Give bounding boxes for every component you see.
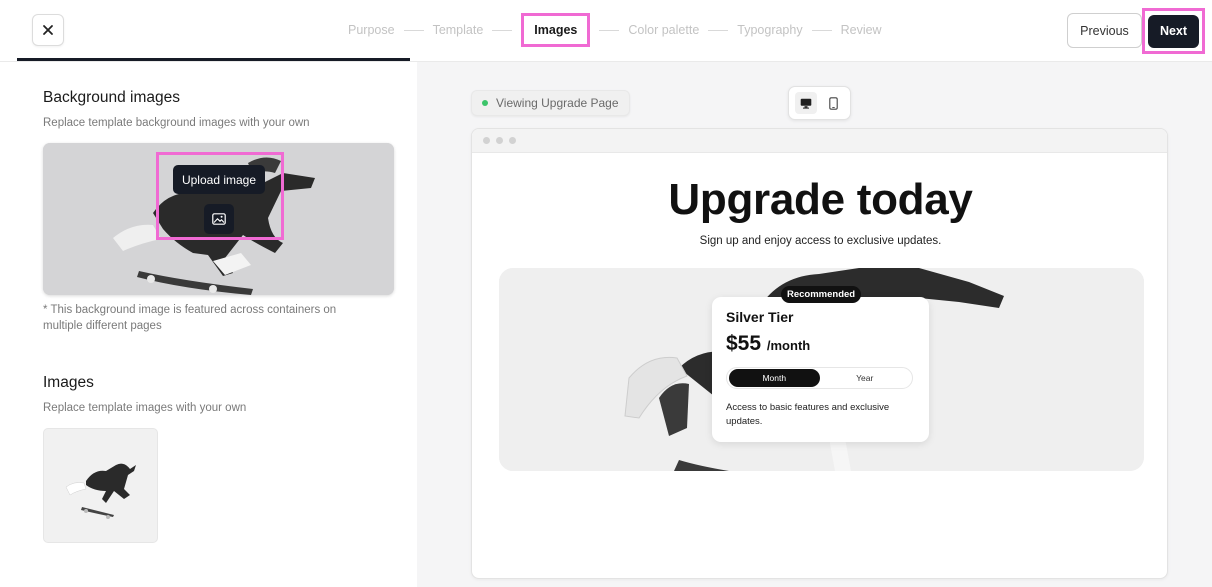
step-typography[interactable]: Typography — [737, 23, 802, 37]
close-button[interactable] — [32, 14, 64, 46]
background-image-note: * This background image is featured acro… — [43, 304, 337, 332]
tier-description: Access to basic features and exclusive u… — [726, 402, 890, 427]
price-period: /month — [766, 338, 811, 353]
status-dot-icon — [482, 100, 488, 106]
mobile-view-button[interactable] — [823, 92, 845, 114]
background-image-card[interactable]: Upload image — [43, 143, 394, 295]
mobile-icon — [829, 96, 838, 110]
previous-button[interactable]: Previous — [1067, 13, 1142, 48]
step-separator — [403, 29, 424, 31]
billing-year-option[interactable]: Year — [820, 369, 911, 387]
image-icon — [212, 213, 226, 225]
viewing-page-label: Viewing Upgrade Page — [496, 96, 619, 110]
image-thumbnail[interactable] — [43, 428, 158, 543]
browser-preview-window: Upgrade today Sign up and enjoy access t… — [471, 128, 1168, 579]
billing-toggle: Month Year — [726, 367, 913, 389]
tier-name: Silver Tier — [726, 309, 794, 325]
recommended-badge: Recommended — [781, 286, 862, 303]
next-button-highlight: Next — [1142, 8, 1205, 54]
step-separator — [811, 29, 832, 31]
window-dot-icon — [496, 137, 503, 144]
desktop-icon — [800, 98, 811, 109]
price-value: $55 — [726, 332, 762, 355]
viewing-page-indicator: Viewing Upgrade Page — [471, 90, 630, 116]
price-amount: $55 /month — [726, 332, 810, 356]
upload-image-tooltip: Upload image — [173, 165, 265, 194]
skater-thumbnail-image — [65, 463, 136, 519]
progress-indicator — [17, 58, 410, 61]
wizard-steps: Purpose Template Images Color palette Ty… — [348, 0, 882, 60]
step-images[interactable]: Images — [521, 13, 591, 47]
images-title: Images — [43, 374, 94, 391]
close-icon — [43, 25, 53, 35]
step-purpose[interactable]: Purpose — [348, 23, 395, 37]
billing-month-option[interactable]: Month — [729, 369, 820, 387]
left-panel: Background images Replace template backg… — [17, 62, 417, 587]
step-separator — [708, 29, 729, 31]
top-bar: Purpose Template Images Color palette Ty… — [0, 0, 1212, 62]
pricing-card: Silver Tier $55 /month Month Year Access… — [712, 297, 929, 442]
hero-title: Upgrade today — [668, 175, 973, 224]
window-dot-icon — [483, 137, 490, 144]
window-dot-icon — [509, 137, 516, 144]
desktop-view-button[interactable] — [794, 92, 817, 114]
step-separator — [492, 29, 513, 31]
images-subtitle: Replace template images with your own — [43, 402, 247, 414]
next-button[interactable]: Next — [1148, 14, 1199, 48]
hero-subtitle: Sign up and enjoy access to exclusive up… — [699, 235, 942, 247]
step-color-palette[interactable]: Color palette — [628, 23, 699, 37]
background-images-title: Background images — [43, 89, 180, 106]
step-review[interactable]: Review — [841, 23, 882, 37]
step-template[interactable]: Template — [433, 23, 484, 37]
upload-image-button[interactable] — [204, 204, 234, 234]
browser-bar — [472, 129, 1167, 153]
step-separator — [599, 29, 620, 31]
background-images-subtitle: Replace template background images with … — [43, 117, 310, 129]
preview-panel: Viewing Upgrade Page Upgrade today Sign … — [417, 62, 1212, 587]
device-toggle — [788, 86, 851, 120]
